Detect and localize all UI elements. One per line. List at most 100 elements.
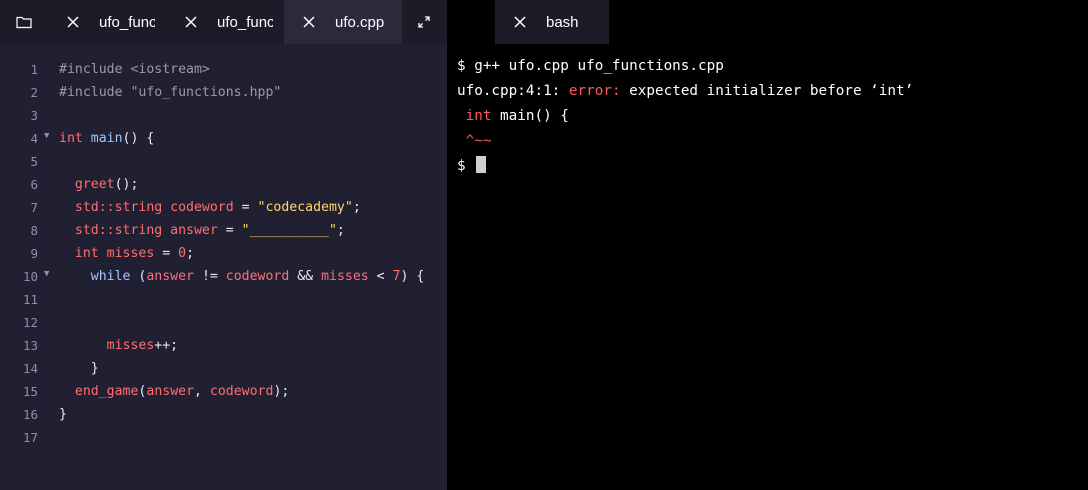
code-line: 16} <box>0 403 447 426</box>
terminal-panel[interactable]: $ g++ ufo.cpp ufo_functions.cpp ufo.cpp:… <box>447 44 1088 490</box>
tab-label: bash <box>546 13 579 31</box>
code-area[interactable]: 1 #include <iostream> 2 #include "ufo_func… <box>0 58 447 449</box>
token: = <box>217 223 242 238</box>
terminal-prompt-line[interactable]: $ <box>457 154 913 179</box>
line-number: 1 <box>30 62 38 77</box>
prompt: $ <box>457 158 475 174</box>
line-text: } <box>59 403 67 426</box>
token: std::string <box>74 200 163 215</box>
line-text: greet(); <box>59 173 139 196</box>
token: && <box>289 269 322 284</box>
error-source-keyword: int <box>457 108 492 124</box>
close-icon[interactable] <box>183 14 199 30</box>
terminal-line: int main() { <box>457 104 913 129</box>
token: answer <box>162 223 218 238</box>
token: answer <box>146 384 195 399</box>
token: <iostream> <box>122 62 210 77</box>
line-number: 5 <box>30 154 38 169</box>
tab-label: ufo_functions.hpp <box>99 13 155 31</box>
token: } <box>59 407 67 422</box>
tab-ufo-functions-cpp[interactable]: ufo_functions.cpp <box>166 0 284 44</box>
line-text: int main() { <box>59 127 154 150</box>
line-text: } <box>59 357 99 380</box>
line-text: std::string answer = "__________"; <box>59 219 345 242</box>
token: ); <box>273 384 290 399</box>
token: codeword <box>225 269 290 284</box>
token: "__________" <box>241 223 337 238</box>
code-line: 11 <box>0 288 447 311</box>
line-number: 14 <box>22 361 38 376</box>
token: , <box>194 384 210 399</box>
error-label: error: <box>568 83 621 99</box>
token: end_game <box>74 384 139 399</box>
token: (); <box>114 177 139 192</box>
line-text: while (answer != codeword && misses < 7)… <box>59 265 425 288</box>
fold-arrow-icon[interactable]: ▼ <box>44 263 49 286</box>
terminal-tab-group: bash <box>495 0 609 44</box>
code-line: 12 <box>0 311 447 334</box>
token: = <box>233 200 258 215</box>
line-number: 16 <box>22 407 38 422</box>
token: codeword <box>162 200 234 215</box>
token: misses <box>98 246 155 261</box>
terminal-cursor <box>476 155 487 173</box>
close-icon[interactable] <box>512 14 528 30</box>
ide-window: ufo_functions.hpp ufo_functions.cpp ufo.… <box>0 0 1088 490</box>
token: #include <box>59 85 123 100</box>
line-number: 12 <box>22 315 38 330</box>
tab-ufo-functions-hpp[interactable]: ufo_functions.hpp <box>48 0 166 44</box>
line-number: 6 <box>30 177 38 192</box>
expand-icon[interactable] <box>408 0 440 44</box>
token: int <box>74 246 99 261</box>
line-number: 8 <box>30 223 38 238</box>
line-text: end_game(answer, codeword); <box>59 380 289 403</box>
token: "codecademy" <box>257 200 353 215</box>
terminal-output: $ g++ ufo.cpp ufo_functions.cpp ufo.cpp:… <box>457 54 913 179</box>
line-number: 17 <box>22 430 38 445</box>
error-message: expected initializer before ‘int’ <box>620 83 914 99</box>
tab-bar: ufo_functions.hpp ufo_functions.cpp ufo.… <box>0 0 1088 44</box>
token: codeword <box>209 384 274 399</box>
code-line: 17 <box>0 426 447 449</box>
token: = <box>154 246 179 261</box>
line-text: int misses = 0; <box>59 242 194 265</box>
line-number: 10 <box>22 269 38 284</box>
close-icon[interactable] <box>65 14 81 30</box>
code-line: 5 <box>0 150 447 173</box>
line-number: 15 <box>22 384 38 399</box>
terminal-line: ^~~ <box>457 133 492 149</box>
code-line: 9 int misses = 0; <box>0 242 447 265</box>
line-text: #include <iostream> <box>59 58 210 81</box>
code-editor[interactable]: 1 #include <iostream> 2 #include "ufo_func… <box>0 44 447 490</box>
token: misses <box>321 269 369 284</box>
close-icon[interactable] <box>301 14 317 30</box>
error-source-rest: main() { <box>491 108 569 124</box>
token: ; <box>352 200 361 215</box>
line-number: 2 <box>30 85 38 100</box>
tab-ufo-cpp[interactable]: ufo.cpp <box>284 0 402 44</box>
token: std::string <box>74 223 163 238</box>
line-number: 7 <box>30 200 38 215</box>
code-line: 7 std::string codeword = "codecademy"; <box>0 196 447 219</box>
token: #include <box>59 62 123 77</box>
token: ++; <box>154 338 179 353</box>
tab-bash[interactable]: bash <box>495 0 609 44</box>
token: int <box>59 131 83 146</box>
token: } <box>90 361 99 376</box>
folder-icon[interactable] <box>0 0 48 44</box>
code-line: 1 #include <iostream> <box>0 58 447 81</box>
error-location: ufo.cpp:4:1: <box>457 83 569 99</box>
line-number: 11 <box>22 292 38 307</box>
code-line: 4 ▼ int main() { <box>0 127 447 150</box>
tab-label: ufo.cpp <box>335 13 385 31</box>
token: ) { <box>400 269 425 284</box>
code-line: 3 <box>0 104 447 127</box>
code-line: 15 end_game(answer, codeword); <box>0 380 447 403</box>
token: < <box>368 269 393 284</box>
code-line: 14 } <box>0 357 447 380</box>
code-line: 8 std::string answer = "__________"; <box>0 219 447 242</box>
fold-arrow-icon[interactable]: ▼ <box>44 125 49 148</box>
line-text: std::string codeword = "codecademy"; <box>59 196 361 219</box>
line-text: #include "ufo_functions.hpp" <box>59 81 281 104</box>
token: main <box>82 131 123 146</box>
